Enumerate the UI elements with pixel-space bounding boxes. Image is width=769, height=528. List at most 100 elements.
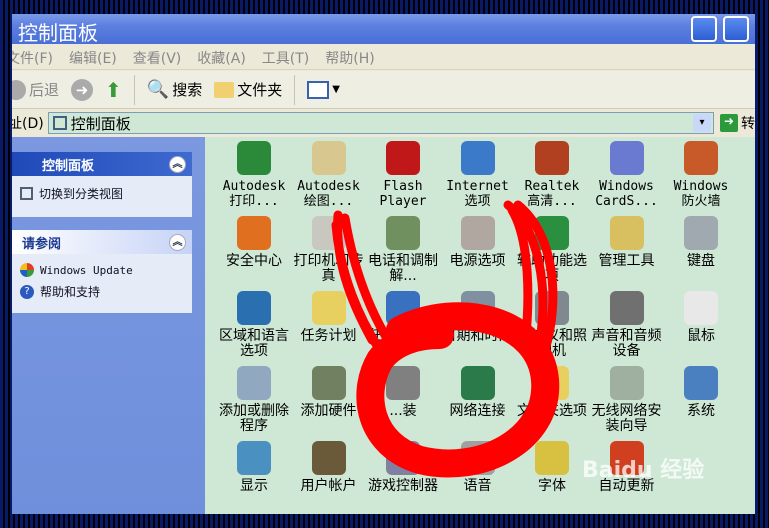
control-panel-item[interactable]: Windows CardS... [590, 141, 664, 209]
control-panel-item[interactable]: Flash Player [366, 141, 440, 209]
control-panel-item[interactable]: 任务计划 [292, 291, 366, 344]
item-label: 网络连接 [449, 403, 506, 419]
item-label: ...装 [389, 403, 417, 419]
control-panel-item[interactable]: 语音 [441, 441, 515, 494]
toolbar: 后退 ➜ ⬆ 🔍 搜索 文件夹 ▼ [12, 71, 755, 109]
menu-item[interactable]: 编辑(E) [69, 48, 117, 69]
window-title: 控制面板 [18, 21, 98, 45]
network-icon [460, 366, 495, 400]
switch-view-icon [20, 187, 33, 200]
control-panel-item[interactable]: 鼠标 [664, 291, 738, 344]
panel-header[interactable]: 控制面板 ︽ [12, 152, 192, 176]
item-label: 任务计划 [300, 328, 357, 344]
control-panel-item[interactable]: 键盘 [664, 216, 738, 269]
fonts-icon [535, 441, 569, 475]
panel-header[interactable]: 请参阅 ︽ [12, 230, 192, 254]
control-panel-item[interactable]: 游戏控制器 [366, 441, 440, 494]
back-button[interactable]: 后退 [12, 79, 59, 100]
go-button[interactable]: ➜ 转 [720, 113, 755, 133]
speaker-icon [535, 141, 569, 175]
chevron-down-icon: ▼ [332, 84, 340, 95]
control-panel-item[interactable]: 日期和时间 [441, 291, 515, 344]
item-label: Windows CardS... [595, 179, 658, 209]
collapse-icon[interactable]: ︽ [169, 233, 186, 251]
address-bar: 址(D) 控制面板 ▾ ➜ 转 [12, 110, 755, 136]
baidu-watermark: Baidu 经验 [582, 458, 705, 483]
control-panel-item[interactable]: 管理工具 [590, 216, 664, 269]
control-panel-item[interactable]: 电话和调制解... [366, 216, 440, 284]
go-arrow-icon: ➜ [720, 114, 738, 132]
panel-body: 切换到分类视图 [12, 176, 192, 217]
wireless-icon [609, 366, 644, 400]
up-folder-button[interactable]: ⬆ [105, 78, 122, 102]
sound-icon [609, 291, 644, 325]
accessibility-icon [535, 216, 569, 250]
search-button[interactable]: 🔍 搜索 [147, 79, 202, 100]
control-panel-item[interactable]: 区域和语言选项 [217, 291, 291, 359]
collapse-icon[interactable]: ︽ [169, 155, 186, 173]
switch-category-view-link[interactable]: 切换到分类视图 [12, 182, 192, 205]
views-button[interactable]: ▼ [307, 80, 340, 99]
item-label: Realtek 高清... [524, 179, 580, 209]
item-label: 鼠标 [687, 328, 715, 344]
control-panel-item[interactable]: Internet 选项 [441, 141, 515, 209]
control-panel-item[interactable]: 声音和音频设备 [590, 291, 664, 359]
minimize-button[interactable] [691, 16, 717, 42]
control-panel-item[interactable]: 添加或删除程序 [217, 366, 291, 434]
control-panel-item[interactable]: ...装 [366, 366, 440, 419]
menu-item[interactable]: 文件(F) [12, 48, 53, 69]
camera-icon [535, 291, 569, 325]
back-arrow-icon [12, 79, 26, 100]
menu-item[interactable]: 收藏(A) [197, 48, 246, 69]
folders-button[interactable]: 文件夹 [214, 79, 282, 100]
control-panel-item[interactable]: 打印机和传真 [292, 216, 366, 284]
plotter-icon [311, 141, 346, 175]
forward-button[interactable]: ➜ [71, 78, 94, 101]
control-panel-small-icon [52, 116, 67, 130]
control-panel-item[interactable]: Windows 防火墙 [664, 141, 738, 209]
control-panel-item[interactable]: 无线网络安装向导 [590, 366, 664, 434]
item-label: 字体 [538, 478, 566, 494]
shield-icon [237, 216, 271, 250]
control-panel-item[interactable]: 任务栏和... [366, 291, 440, 344]
item-label: 游戏控制器 [368, 478, 438, 494]
item-label: Autodesk 打印... [222, 179, 286, 209]
maximize-button[interactable] [723, 16, 749, 42]
item-label: 文件夹选项 [517, 403, 587, 419]
add-remove-icon [237, 366, 271, 400]
control-panel-item[interactable]: 显示 [217, 441, 291, 494]
dropdown-icon[interactable]: ▾ [693, 114, 711, 132]
menu-item[interactable]: 工具(T) [262, 48, 309, 69]
control-panel-panel: 控制面板 ︽ 切换到分类视图 [12, 152, 192, 217]
control-panel-item[interactable]: 辅助功能选项 [515, 216, 589, 284]
windows-update-link[interactable]: Windows Update [12, 260, 192, 280]
item-label: 辅助功能选项 [517, 253, 587, 284]
control-panel-item[interactable]: 安全中心 [217, 216, 291, 269]
admin-tools-icon [609, 216, 644, 250]
item-label: 添加或删除程序 [219, 403, 289, 434]
control-panel-item[interactable]: 扫描仪和照相机 [515, 291, 589, 359]
control-panel-item[interactable]: 网络连接 [441, 366, 515, 419]
menu-item[interactable]: 查看(V) [133, 48, 182, 69]
control-panel-item[interactable]: 添加硬件 [292, 366, 366, 419]
control-panel-item[interactable]: 系统 [664, 366, 738, 419]
control-panel-item[interactable]: Autodesk 绘图... [292, 141, 366, 209]
menu-item[interactable]: 帮助(H) [325, 48, 374, 69]
control-panel-item[interactable]: Realtek 高清... [515, 141, 589, 209]
printer-config-icon [237, 141, 271, 175]
item-label: 系统 [687, 403, 715, 419]
item-label: Flash Player [379, 179, 427, 209]
control-panel-item[interactable]: 文件夹选项 [515, 366, 589, 419]
clock-icon [460, 291, 495, 325]
control-panel-item[interactable]: 用户帐户 [292, 441, 366, 494]
control-panel-item[interactable]: 电源选项 [441, 216, 515, 269]
help-support-link[interactable]: ? 帮助和支持 [12, 280, 192, 303]
gamepad-icon [386, 441, 420, 475]
address-input[interactable]: 控制面板 ▾ [47, 112, 714, 134]
item-label: 添加硬件 [300, 403, 357, 419]
item-label: 无线网络安装向导 [591, 403, 662, 434]
control-panel-item[interactable]: Autodesk 打印... [217, 141, 291, 209]
control-panel-item[interactable]: 字体 [515, 441, 589, 494]
views-icon [307, 80, 330, 99]
item-label: 日期和时间 [442, 328, 513, 344]
